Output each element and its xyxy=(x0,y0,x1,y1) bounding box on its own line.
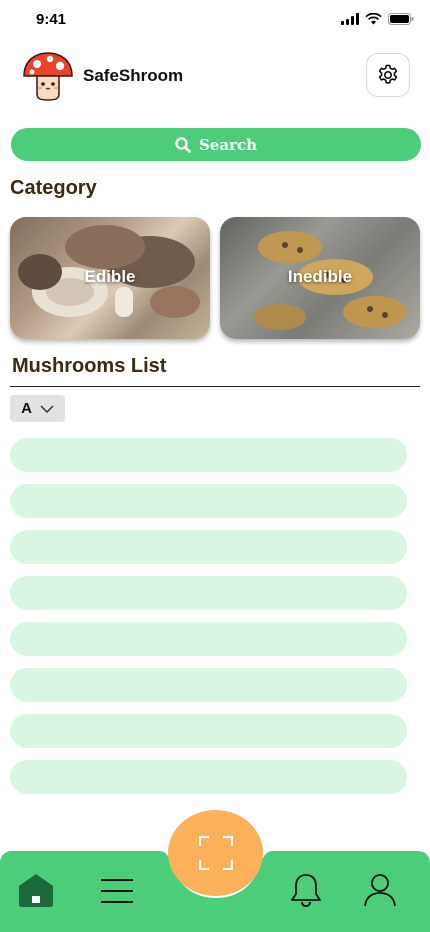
status-time: 9:41 xyxy=(36,11,67,28)
nav-notifications[interactable] xyxy=(286,870,326,910)
status-bar: 9:41 xyxy=(0,0,430,44)
sort-value: A xyxy=(21,400,32,417)
status-icons xyxy=(341,13,414,25)
mushroom-logo-icon xyxy=(23,52,73,101)
category-card-edible[interactable]: Edible xyxy=(10,217,210,339)
settings-button[interactable] xyxy=(366,53,410,97)
bell-icon xyxy=(291,874,321,907)
nav-home[interactable] xyxy=(16,870,56,910)
list-item[interactable] xyxy=(10,668,407,702)
signal-icon xyxy=(341,13,359,25)
list-item[interactable] xyxy=(10,760,407,794)
category-label-inedible: Inedible xyxy=(287,267,353,286)
list-item[interactable] xyxy=(10,530,407,564)
chevron-down-icon xyxy=(40,404,54,413)
app-header: SafeShroom xyxy=(0,48,430,104)
nav-menu[interactable] xyxy=(98,874,136,908)
search-label: Search xyxy=(198,135,258,154)
list-item[interactable] xyxy=(10,622,407,656)
scan-button[interactable] xyxy=(168,810,263,896)
battery-icon xyxy=(388,13,414,25)
menu-icon xyxy=(101,879,133,903)
search-button[interactable]: Search xyxy=(11,128,421,161)
wifi-icon xyxy=(365,13,382,25)
list-item[interactable] xyxy=(10,576,407,610)
search-icon xyxy=(175,136,191,153)
scan-icon xyxy=(198,836,233,870)
user-icon xyxy=(364,874,396,907)
nav-profile[interactable] xyxy=(360,870,400,910)
home-icon xyxy=(19,874,53,907)
category-card-inedible[interactable]: Inedible xyxy=(220,217,420,339)
divider xyxy=(10,386,420,387)
gear-icon xyxy=(378,64,398,84)
category-title: Category xyxy=(10,177,97,199)
list-item[interactable] xyxy=(10,438,407,472)
mushrooms-list-title: Mushrooms List xyxy=(12,355,167,377)
list-item[interactable] xyxy=(10,714,407,748)
app-name: SafeShroom xyxy=(83,66,184,85)
bottom-nav xyxy=(0,810,430,932)
sort-dropdown[interactable]: A xyxy=(10,395,65,422)
category-label-edible: Edible xyxy=(84,267,136,286)
list-item[interactable] xyxy=(10,484,407,518)
